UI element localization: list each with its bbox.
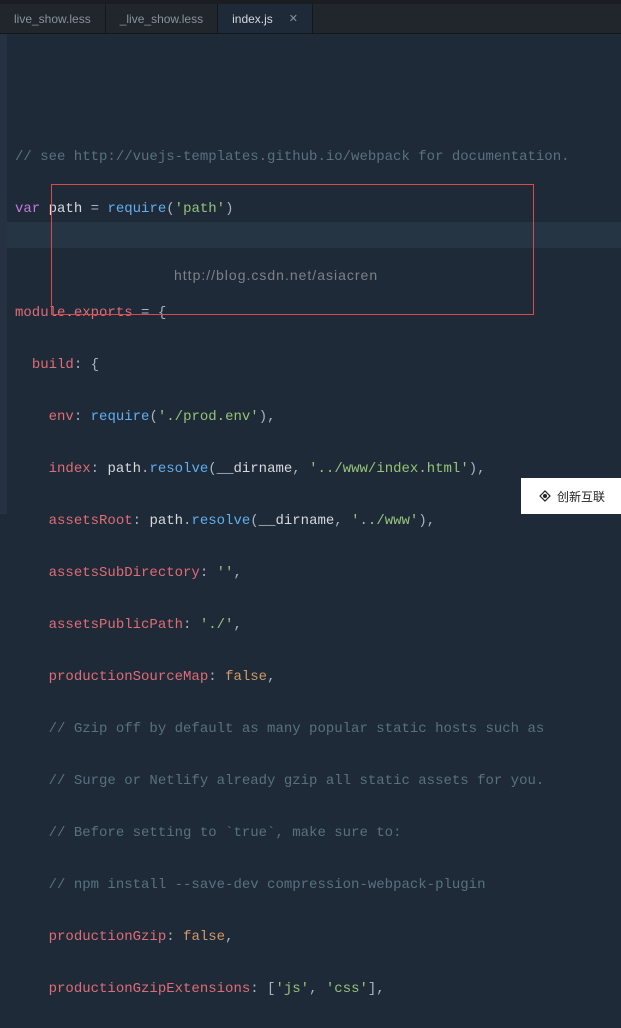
bool: false: [225, 669, 267, 685]
logo-text: 创新互联: [557, 488, 605, 505]
string: './prod.env': [158, 409, 259, 425]
tab-label: index.js: [232, 12, 273, 26]
code-content: // see http://vuejs-templates.github.io/…: [15, 118, 621, 1028]
identifier: path: [107, 461, 141, 477]
func: require: [107, 201, 166, 217]
identifier: module: [15, 305, 65, 321]
string: '': [217, 565, 234, 581]
func: require: [91, 409, 150, 425]
tab-index-js[interactable]: index.js ✕: [218, 4, 313, 33]
tab-label: _live_show.less: [120, 12, 203, 26]
string: './': [200, 617, 234, 633]
tab-live-show-less[interactable]: live_show.less: [0, 4, 106, 33]
close-icon[interactable]: ✕: [289, 12, 298, 25]
string: 'path': [175, 201, 225, 217]
tab-label: live_show.less: [14, 12, 91, 26]
editor[interactable]: // see http://vuejs-templates.github.io/…: [0, 34, 621, 514]
tab-live-show-less-2[interactable]: _live_show.less: [106, 4, 218, 33]
code-area[interactable]: // see http://vuejs-templates.github.io/…: [7, 34, 621, 514]
comment: // see http://vuejs-templates.github.io/…: [15, 149, 570, 165]
gutter: [0, 34, 7, 514]
prop: assetsPublicPath: [49, 617, 183, 633]
comment: // Surge or Netlify already gzip all sta…: [49, 773, 545, 789]
identifier: __dirname: [259, 513, 335, 529]
string: 'js': [275, 981, 309, 997]
prop: index: [49, 461, 91, 477]
identifier: exports: [74, 305, 133, 321]
keyword: var: [15, 201, 40, 217]
identifier: path: [149, 513, 183, 529]
prop: build: [32, 357, 74, 373]
string: 'css': [326, 981, 368, 997]
prop: assetsSubDirectory: [49, 565, 200, 581]
logo-icon: [537, 488, 553, 504]
bool: false: [183, 929, 225, 945]
prop: productionGzipExtensions: [49, 981, 251, 997]
prop: assetsRoot: [49, 513, 133, 529]
tab-bar: live_show.less _live_show.less index.js …: [0, 4, 621, 34]
comment: // npm install --save-dev compression-we…: [49, 877, 486, 893]
identifier: __dirname: [217, 461, 293, 477]
comment: // Gzip off by default as many popular s…: [49, 721, 545, 737]
prop: env: [49, 409, 74, 425]
prop: productionSourceMap: [49, 669, 209, 685]
prop: productionGzip: [49, 929, 167, 945]
string: '../www/index.html': [309, 461, 469, 477]
func: resolve: [191, 513, 250, 529]
footer-logo: 创新互联: [521, 478, 621, 514]
string: '../www': [351, 513, 418, 529]
func: resolve: [149, 461, 208, 477]
identifier: path: [49, 201, 83, 217]
comment: // Before setting to `true`, make sure t…: [49, 825, 402, 841]
